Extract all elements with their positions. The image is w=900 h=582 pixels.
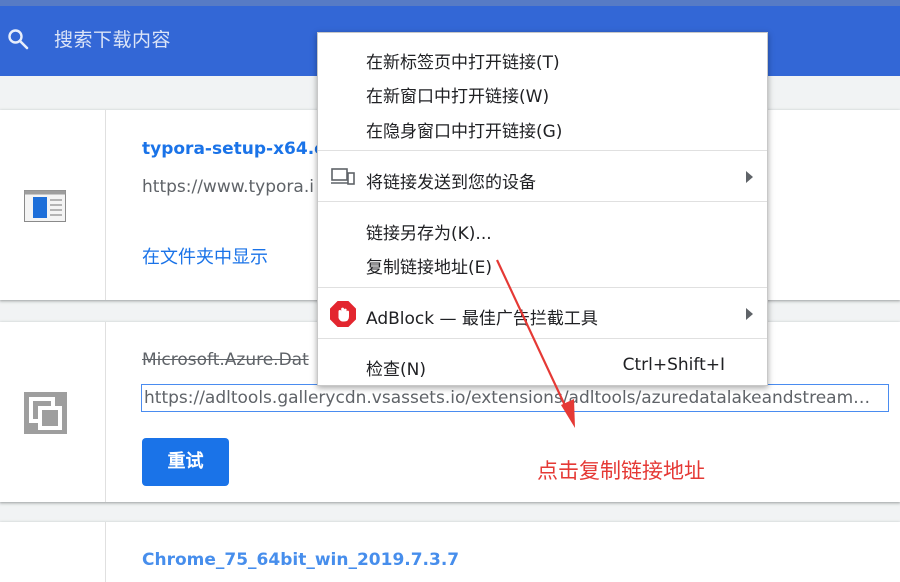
show-in-folder-link[interactable]: 在文件夹中显示: [142, 243, 268, 269]
card-divider: [105, 110, 106, 300]
devices-icon: [331, 168, 355, 190]
submenu-arrow-icon: [746, 171, 753, 183]
menu-item-inspect[interactable]: 检查(N): [366, 355, 426, 380]
menu-item-adblock[interactable]: AdBlock — 最佳广告拦截工具: [366, 304, 598, 329]
submenu-arrow-icon: [746, 308, 753, 320]
exe-file-icon: [24, 190, 66, 226]
menu-item-open-new-window[interactable]: 在新窗口中打开链接(W): [366, 82, 549, 107]
annotation-label: 点击复制链接地址: [537, 459, 705, 483]
inspect-shortcut: Ctrl+Shift+I: [622, 355, 725, 375]
search-input[interactable]: 搜索下载内容: [54, 25, 171, 52]
failed-download-filename: Microsoft.Azure.Dat: [142, 350, 309, 370]
download-filename-link[interactable]: typora-setup-x64.ex: [142, 139, 337, 159]
menu-item-save-link-as[interactable]: 链接另存为(K)...: [366, 219, 492, 244]
context-menu: 在新标签页中打开链接(T) 在新窗口中打开链接(W) 在隐身窗口中打开链接(G)…: [317, 32, 768, 386]
retry-button[interactable]: 重试: [142, 438, 229, 486]
search-icon[interactable]: [6, 27, 30, 51]
menu-separator: [318, 287, 767, 288]
card-divider: [105, 522, 106, 582]
menu-separator: [318, 338, 767, 339]
menu-item-send-to-devices[interactable]: 将链接发送到您的设备: [366, 168, 536, 193]
download-filename-link[interactable]: Chrome_75_64bit_win_2019.7.3.7: [142, 550, 459, 570]
generic-file-icon: [24, 392, 67, 438]
adblock-icon: [330, 301, 356, 331]
download-card: Chrome_75_64bit_win_2019.7.3.7: [0, 522, 900, 582]
header-top-strip: [0, 0, 900, 6]
menu-separator: [318, 150, 767, 151]
menu-item-open-incognito[interactable]: 在隐身窗口中打开链接(G): [366, 117, 562, 142]
menu-separator: [318, 201, 767, 202]
card-divider: [105, 322, 106, 502]
menu-item-open-new-tab[interactable]: 在新标签页中打开链接(T): [366, 48, 560, 73]
menu-item-copy-link-address[interactable]: 复制链接地址(E): [366, 253, 492, 278]
download-url[interactable]: https://www.typora.i: [142, 177, 314, 197]
download-url-field[interactable]: https://adltools.gallerycdn.vsassets.io/…: [141, 384, 889, 412]
